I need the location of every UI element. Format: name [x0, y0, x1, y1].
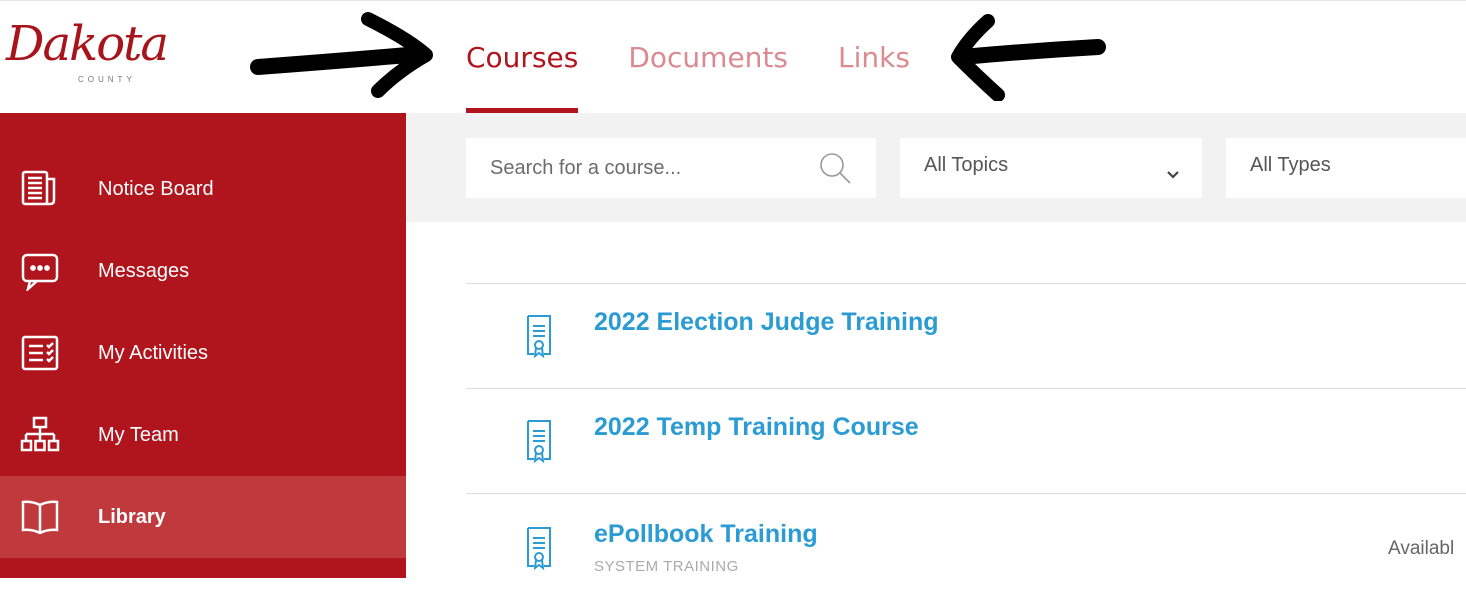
certificate-document-icon — [527, 527, 551, 570]
course-row[interactable]: 2022 Temp Training Course — [466, 388, 1466, 493]
sidebar-item-my-activities[interactable]: My Activities — [0, 312, 406, 394]
checklist-icon — [21, 335, 59, 371]
search-icon[interactable] — [818, 151, 852, 185]
course-row[interactable]: 2022 Election Judge Training — [466, 283, 1466, 388]
course-title[interactable]: 2022 Temp Training Course — [594, 413, 919, 442]
tab-documents[interactable]: Documents — [628, 1, 788, 114]
course-title[interactable]: 2022 Election Judge Training — [594, 308, 939, 337]
search-input[interactable] — [466, 138, 876, 198]
types-dropdown-value: All Types — [1250, 154, 1331, 176]
course-title[interactable]: ePollbook Training — [594, 520, 818, 549]
sidebar-item-label: Messages — [98, 259, 190, 282]
logo-subtitle: COUNTY — [78, 75, 136, 84]
sidebar-item-label: Notice Board — [98, 177, 214, 200]
library-tabs: Courses Documents Links — [466, 1, 960, 114]
topics-dropdown[interactable]: All Topics — [900, 138, 1202, 198]
book-icon — [21, 500, 59, 535]
course-availability: Availabl — [1388, 538, 1455, 559]
certificate-document-icon — [527, 315, 551, 358]
sidebar-item-my-team[interactable]: My Team — [0, 394, 406, 476]
course-category: SYSTEM TRAINING — [594, 558, 739, 575]
tab-courses[interactable]: Courses — [466, 1, 579, 114]
chevron-down-icon — [1167, 171, 1179, 179]
certificate-document-icon — [527, 420, 551, 463]
sidebar-item-label: My Team — [98, 423, 179, 446]
course-row[interactable]: ePollbook Training SYSTEM TRAINING Avail… — [466, 493, 1466, 598]
sidebar-item-label: Library — [98, 505, 166, 528]
dakota-county-logo[interactable]: Dakota COUNTY — [6, 17, 186, 97]
arrow-right-icon — [250, 12, 433, 98]
org-chart-icon — [20, 416, 60, 452]
newspaper-icon — [21, 170, 56, 206]
main-content: All Topics All Types 2022 Election Judge… — [406, 113, 1466, 578]
topics-dropdown-value: All Topics — [924, 154, 1009, 176]
sidebar-item-messages[interactable]: Messages — [0, 230, 406, 312]
tab-links[interactable]: Links — [838, 1, 910, 114]
filter-bar: All Topics All Types — [406, 113, 1466, 222]
sidebar-item-library[interactable]: Library — [0, 476, 406, 558]
top-bar: Dakota COUNTY Courses Documents Links — [0, 0, 1466, 114]
types-dropdown[interactable]: All Types — [1226, 138, 1466, 198]
logo-wordmark: Dakota — [6, 16, 169, 72]
arrow-left-icon — [951, 14, 1106, 101]
sidebar-item-notice-board[interactable]: Notice Board — [0, 148, 406, 230]
chat-bubble-icon — [21, 253, 59, 291]
sidebar: Notice Board Messages My Activities My T… — [0, 113, 406, 578]
sidebar-item-label: My Activities — [98, 341, 209, 364]
